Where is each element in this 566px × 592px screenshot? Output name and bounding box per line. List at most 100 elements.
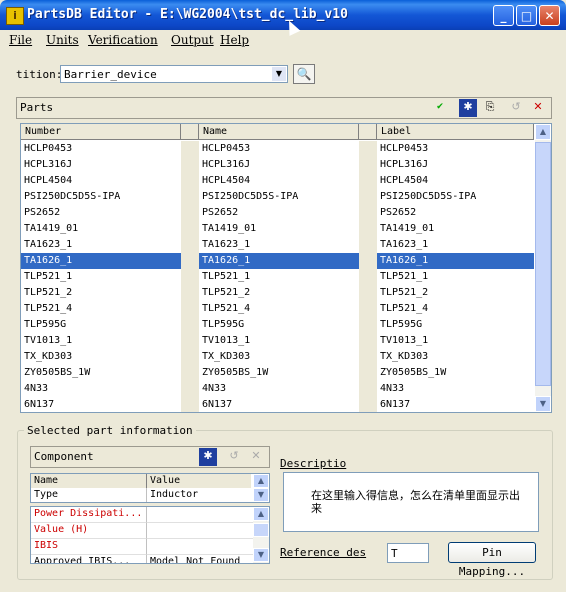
description-textarea[interactable]: 在这里输入得信息，怎么在清单里面显示出来 — [283, 472, 539, 532]
new-part-icon[interactable]: ✱ — [459, 99, 477, 117]
table-cell-label[interactable]: 6N137 — [377, 397, 534, 412]
table-cell-number[interactable]: TLP595G — [21, 317, 181, 333]
menu-units[interactable]: Units — [46, 33, 79, 47]
maximize-button[interactable]: □ — [516, 5, 537, 26]
table-cell-number[interactable]: PS2652 — [21, 205, 181, 221]
find-part-button[interactable]: 🔍 — [293, 64, 315, 84]
table-cell-number[interactable]: TA1419_01 — [21, 221, 181, 237]
table-cell-name[interactable]: 6N137 — [199, 397, 359, 412]
table-row[interactable]: TA1626_1 TA1626_1 TA1626_1 — [21, 253, 534, 269]
minimize-button[interactable]: _ — [493, 5, 514, 26]
partition-dropdown[interactable]: Barrier_device ▼ — [60, 65, 288, 83]
scroll-thumb[interactable] — [535, 142, 551, 386]
table-row[interactable]: 6N137 6N137 6N137 — [21, 397, 534, 412]
table-cell-number[interactable]: ZY0505BS_1W — [21, 365, 181, 381]
copy-icon[interactable]: ⎘ — [481, 99, 499, 117]
scroll-down-icon[interactable]: ▼ — [253, 488, 269, 502]
table-row[interactable]: PS2652 PS2652 PS2652 — [21, 205, 534, 221]
table-cell-name[interactable]: HCPL316J — [199, 157, 359, 173]
table-cell-label[interactable]: TA1419_01 — [377, 221, 534, 237]
table-row[interactable]: TA1419_01 TA1419_01 TA1419_01 — [21, 221, 534, 237]
column-header-name[interactable]: Name — [199, 124, 359, 140]
pin-mapping-button[interactable]: Pin Mapping... — [448, 542, 536, 578]
scroll-down-icon[interactable]: ▼ — [253, 548, 269, 562]
scroll-up-icon[interactable]: ▲ — [253, 474, 269, 488]
table-cell-label[interactable]: TLP521_1 — [377, 269, 534, 285]
table-cell-name[interactable]: HCPL4504 — [199, 173, 359, 189]
table-cell-number[interactable]: TA1626_1 — [21, 253, 181, 269]
table-cell-name[interactable]: 4N33 — [199, 381, 359, 397]
table-cell-name[interactable]: TLP595G — [199, 317, 359, 333]
table-cell-number[interactable]: HCLP0453 — [21, 141, 181, 157]
vertical-scrollbar[interactable]: ▲ ▼ — [535, 124, 551, 412]
scroll-down-icon[interactable]: ▼ — [535, 396, 551, 412]
table-cell-label[interactable]: TV1013_1 — [377, 333, 534, 349]
undo-icon[interactable]: ↺ — [225, 448, 243, 466]
table-cell-label[interactable]: TX_KD303 — [377, 349, 534, 365]
table-cell-name[interactable]: PSI250DC5D5S-IPA — [199, 189, 359, 205]
table-cell-label[interactable]: ZY0505BS_1W — [377, 365, 534, 381]
reference-designator-input[interactable]: T — [387, 543, 429, 563]
table-cell-number[interactable]: HCPL316J — [21, 157, 181, 173]
table-cell-name[interactable]: TLP521_2 — [199, 285, 359, 301]
table-cell-number[interactable]: TLP521_4 — [21, 301, 181, 317]
table-cell-number[interactable]: PSI250DC5D5S-IPA — [21, 189, 181, 205]
table-row[interactable]: PSI250DC5D5S-IPA PSI250DC5D5S-IPA PSI250DC… — [21, 189, 534, 205]
table-cell-name[interactable]: TX_KD303 — [199, 349, 359, 365]
table-cell-label[interactable]: PS2652 — [377, 205, 534, 221]
table-cell-label[interactable]: TA1626_1 — [377, 253, 534, 269]
menu-file[interactable]: File — [9, 33, 32, 47]
scroll-thumb[interactable] — [253, 523, 269, 537]
type-value-cell[interactable]: Inductor — [147, 488, 251, 502]
table-cell-name[interactable]: TV1013_1 — [199, 333, 359, 349]
table-cell-name[interactable]: TA1626_1 — [199, 253, 359, 269]
table-cell-number[interactable]: TV1013_1 — [21, 333, 181, 349]
table-row[interactable]: TLP521_4 TLP521_4 TLP521_4 — [21, 301, 534, 317]
property-value-cell[interactable] — [147, 523, 253, 539]
property-scrollbar[interactable]: ▲ ▼ — [253, 507, 269, 563]
table-cell-name[interactable]: TLP521_4 — [199, 301, 359, 317]
table-row[interactable]: 4N33 4N33 4N33 — [21, 381, 534, 397]
table-cell-label[interactable]: HCLP0453 — [377, 141, 534, 157]
table-cell-number[interactable]: TLP521_2 — [21, 285, 181, 301]
scroll-up-icon[interactable]: ▲ — [535, 124, 551, 140]
table-row[interactable]: ZY0505BS_1W ZY0505BS_1W ZY0505BS_1W — [21, 365, 534, 381]
table-cell-name[interactable]: TLP521_1 — [199, 269, 359, 285]
table-cell-label[interactable]: HCPL316J — [377, 157, 534, 173]
table-row[interactable]: TV1013_1 TV1013_1 TV1013_1 — [21, 333, 534, 349]
menu-help[interactable]: Help — [220, 33, 249, 47]
table-row[interactable]: HCPL4504 HCPL4504 HCPL4504 — [21, 173, 534, 189]
table-row[interactable]: HCLP0453 HCLP0453 HCLP0453 — [21, 141, 534, 157]
table-row[interactable]: TLP521_1 TLP521_1 TLP521_1 — [21, 269, 534, 285]
delete-icon[interactable]: ✕ — [529, 99, 547, 117]
table-row[interactable]: TA1623_1 TA1623_1 TA1623_1 — [21, 237, 534, 253]
table-cell-number[interactable]: 6N137 — [21, 397, 181, 412]
column-header-number[interactable]: Number — [21, 124, 181, 140]
table-cell-number[interactable]: HCPL4504 — [21, 173, 181, 189]
table-cell-name[interactable]: ZY0505BS_1W — [199, 365, 359, 381]
table-cell-number[interactable]: TLP521_1 — [21, 269, 181, 285]
table-cell-name[interactable]: TA1623_1 — [199, 237, 359, 253]
close-button[interactable]: ✕ — [539, 5, 560, 26]
table-cell-number[interactable]: 4N33 — [21, 381, 181, 397]
table-row[interactable]: TX_KD303 TX_KD303 TX_KD303 — [21, 349, 534, 365]
table-row[interactable]: TLP595G TLP595G TLP595G — [21, 317, 534, 333]
table-cell-label[interactable]: PSI250DC5D5S-IPA — [377, 189, 534, 205]
property-value-cell[interactable]: Model Not Found — [147, 555, 253, 563]
table-cell-name[interactable]: HCLP0453 — [199, 141, 359, 157]
menu-output[interactable]: Output — [171, 33, 214, 47]
table-cell-label[interactable]: TA1623_1 — [377, 237, 534, 253]
table-cell-label[interactable]: TLP595G — [377, 317, 534, 333]
table-row[interactable]: HCPL316J HCPL316J HCPL316J — [21, 157, 534, 173]
table-cell-name[interactable]: TA1419_01 — [199, 221, 359, 237]
prop-check-icon[interactable]: ✔ — [431, 99, 449, 117]
table-cell-label[interactable]: TLP521_2 — [377, 285, 534, 301]
delete-icon[interactable]: ✕ — [247, 448, 265, 466]
property-value-cell[interactable] — [147, 507, 253, 523]
table-cell-number[interactable]: TX_KD303 — [21, 349, 181, 365]
chevron-down-icon[interactable]: ▼ — [272, 67, 286, 81]
table-cell-label[interactable]: HCPL4504 — [377, 173, 534, 189]
add-property-icon[interactable]: ✱ — [199, 448, 217, 466]
table-cell-number[interactable]: TA1623_1 — [21, 237, 181, 253]
table-cell-name[interactable]: PS2652 — [199, 205, 359, 221]
